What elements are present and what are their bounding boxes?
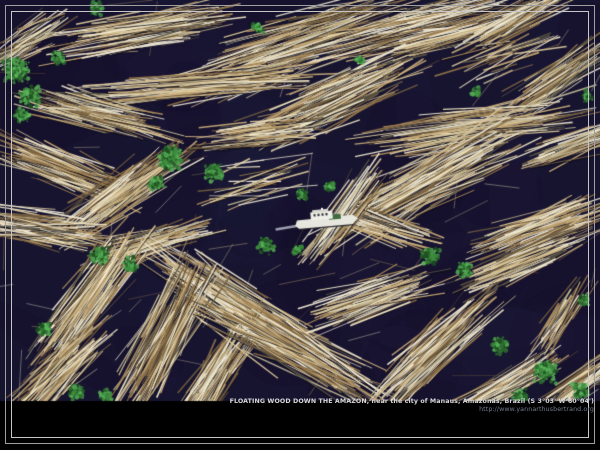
caption-title: FLOATING WOOD DOWN THE AMAZON, near the … xyxy=(230,398,594,406)
aerial-photo-floating-wood xyxy=(0,0,600,450)
photo-caption: FLOATING WOOD DOWN THE AMAZON, near the … xyxy=(230,398,594,413)
wallpaper: FLOATING WOOD DOWN THE AMAZON, near the … xyxy=(0,0,600,450)
caption-url: http://www.yannarthusbertrand.org xyxy=(230,406,594,414)
